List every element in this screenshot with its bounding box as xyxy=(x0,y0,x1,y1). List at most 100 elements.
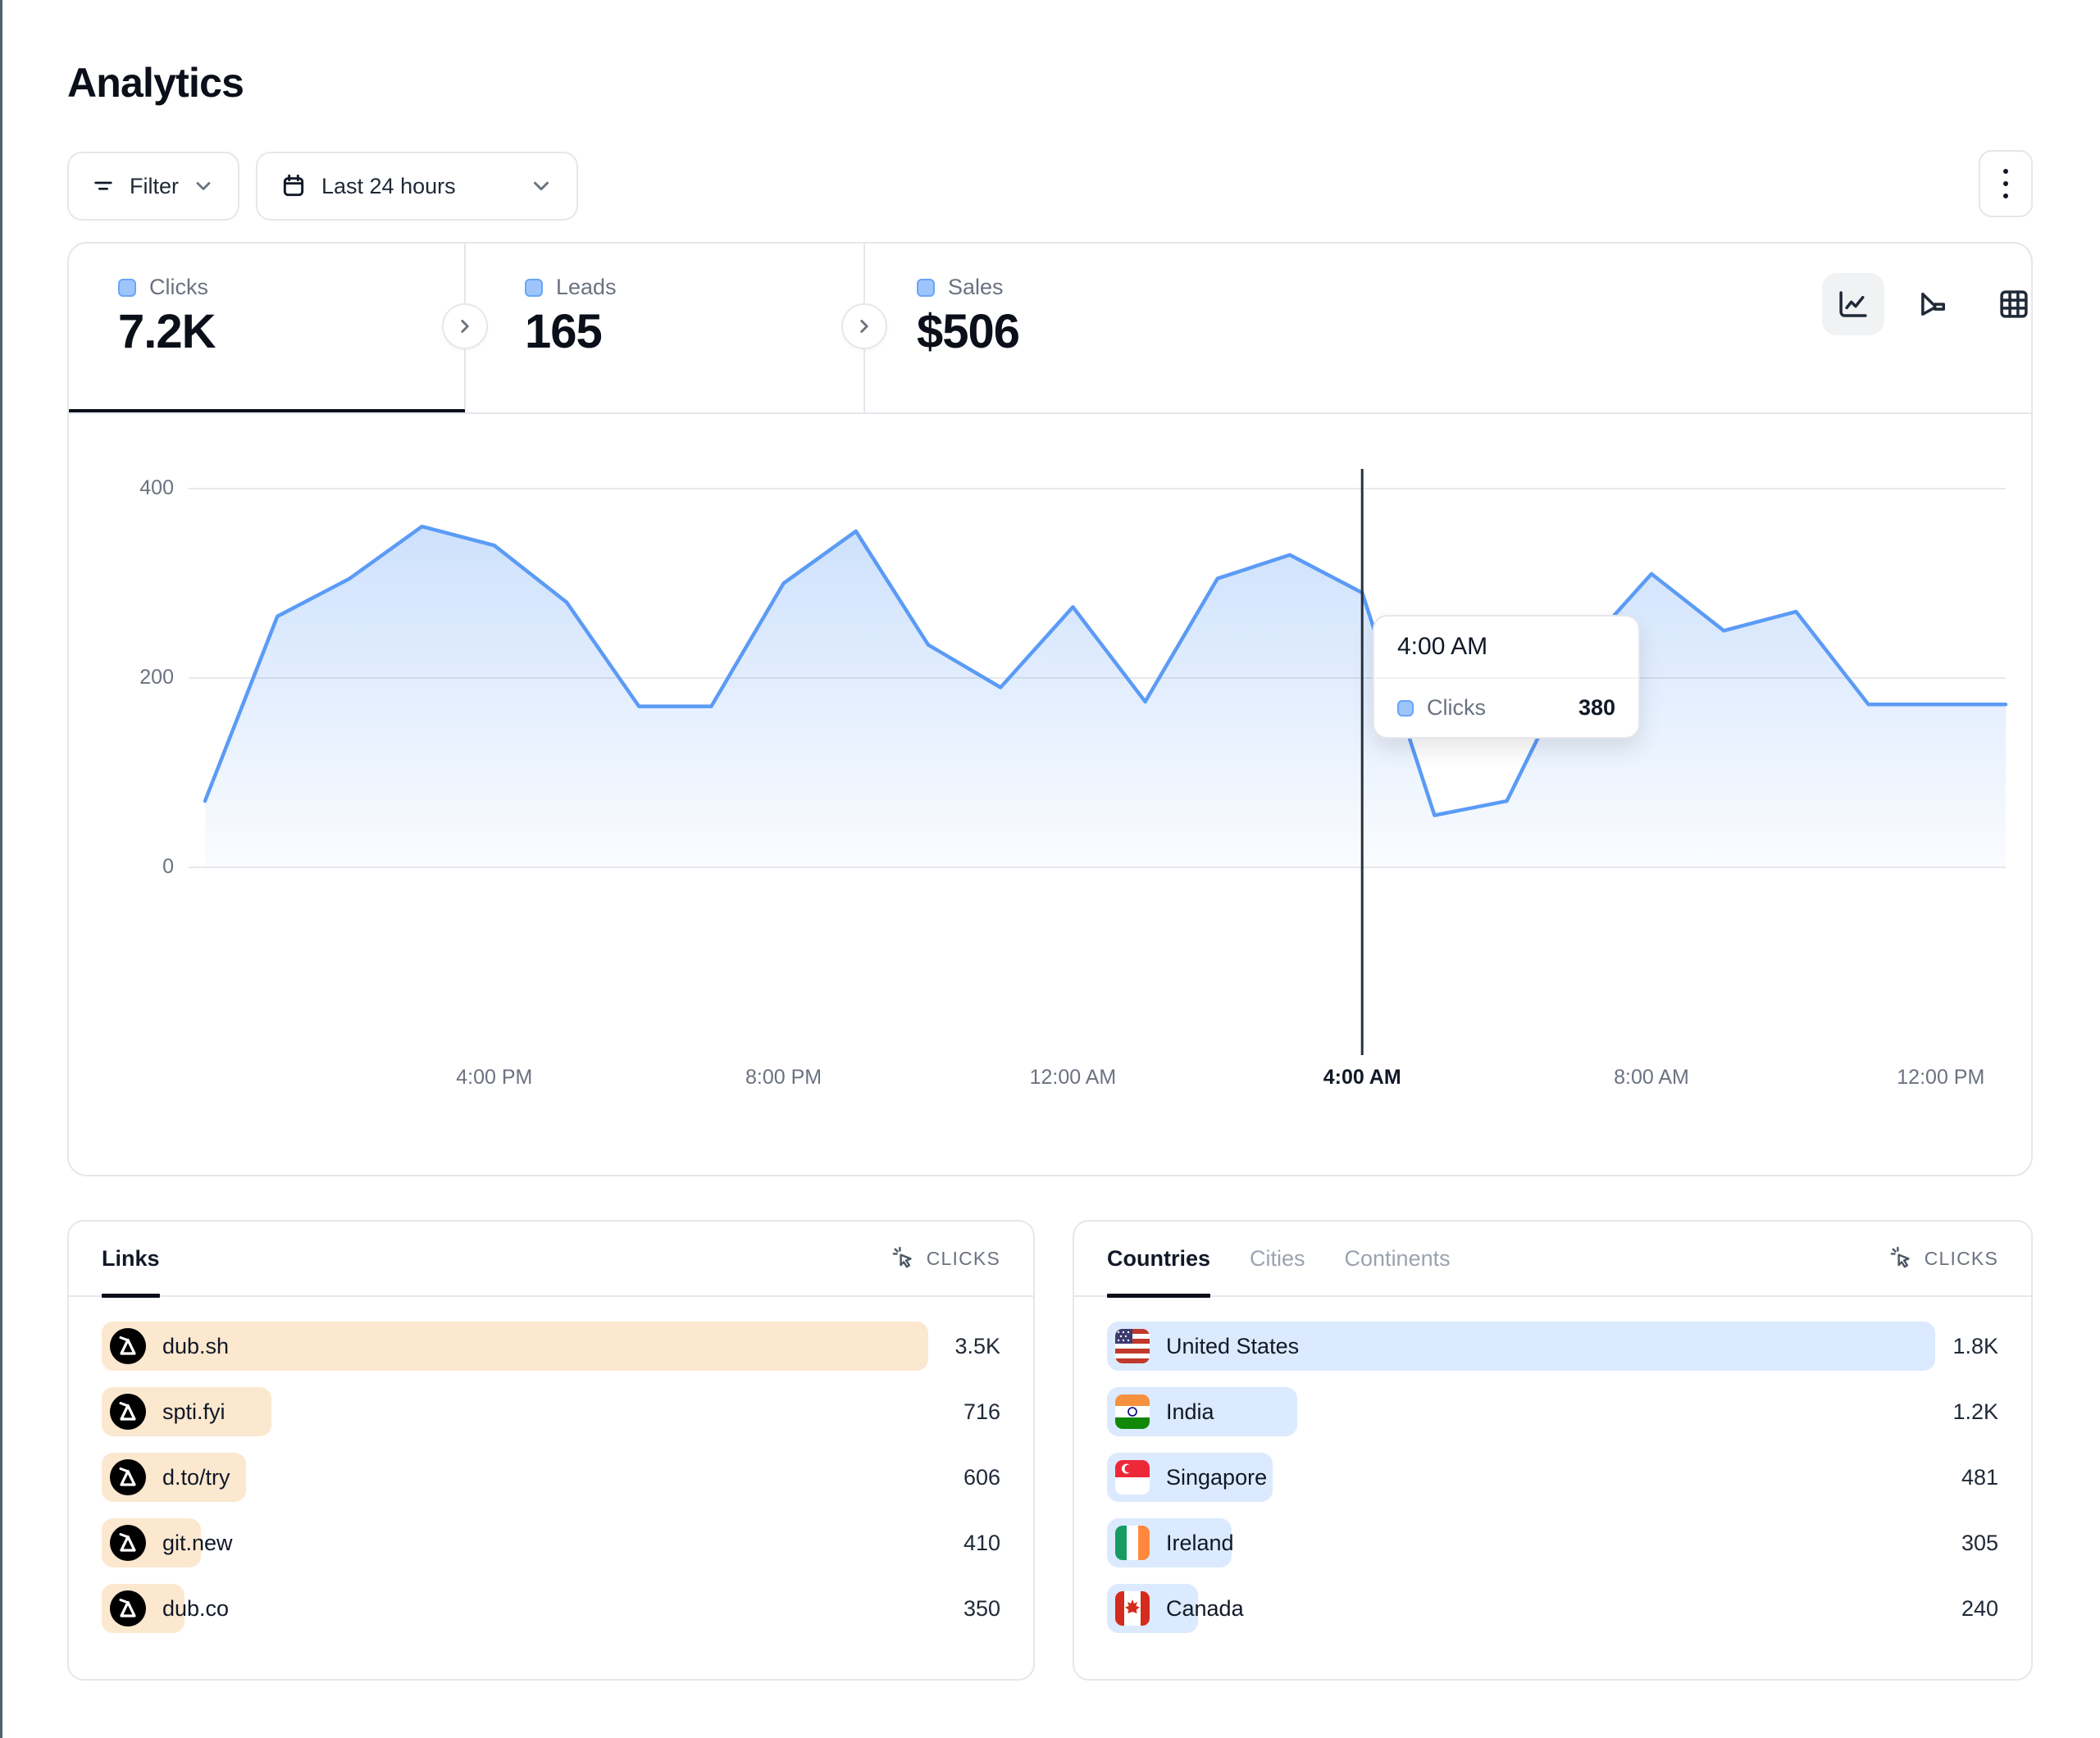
row-label: git.new xyxy=(162,1531,233,1556)
tab-countries[interactable]: Countries xyxy=(1107,1221,1210,1296)
tab-links[interactable]: Links xyxy=(102,1221,160,1296)
x-axis-tick: 4:00 AM xyxy=(1296,1066,1428,1090)
view-funnel-button[interactable] xyxy=(1902,273,1965,335)
row-label: dub.sh xyxy=(162,1334,229,1359)
flag-us-icon xyxy=(1115,1329,1150,1363)
stat-value: 7.2K xyxy=(118,304,216,359)
table-row[interactable]: Ireland 305 xyxy=(1107,1518,1998,1567)
row-value: 410 xyxy=(963,1518,1000,1567)
row-label: Ireland xyxy=(1166,1531,1234,1556)
flag-sg-icon xyxy=(1115,1460,1150,1495)
dub-logo-icon xyxy=(110,1525,146,1561)
chevron-right-icon xyxy=(454,316,476,337)
chevron-right-icon xyxy=(854,316,875,337)
row-value: 240 xyxy=(1961,1584,1998,1633)
row-content: spti.fyi xyxy=(110,1387,225,1436)
tooltip-series-label: Clicks xyxy=(1427,695,1565,721)
more-options-button[interactable] xyxy=(1979,150,2033,217)
line-chart-icon xyxy=(1836,287,1870,321)
table-row[interactable]: Singapore481 xyxy=(1107,1453,1998,1502)
chevron-down-icon xyxy=(529,174,553,198)
table-row[interactable]: d.to/try606 xyxy=(102,1453,1000,1502)
y-axis-tick: 0 xyxy=(103,855,174,879)
row-value: 716 xyxy=(963,1387,1000,1436)
calendar-icon xyxy=(280,173,307,199)
x-axis-tick: 12:00 AM xyxy=(1007,1066,1138,1090)
dub-logo-icon xyxy=(110,1459,146,1495)
row-content: Singapore xyxy=(1115,1453,1267,1502)
tab-label: Continents xyxy=(1345,1246,1451,1272)
click-cursor-icon xyxy=(892,1246,917,1271)
row-value: 1.8K xyxy=(1952,1322,1998,1371)
chevron-down-icon xyxy=(192,175,215,198)
stat-label: Clicks xyxy=(149,275,208,300)
funnel-icon xyxy=(1916,287,1951,321)
row-content: git.new xyxy=(110,1518,233,1567)
links-metric-selector[interactable]: CLICKS xyxy=(892,1246,1000,1271)
y-axis-tick: 400 xyxy=(103,476,174,500)
stat-value: 165 xyxy=(525,304,602,359)
flag-ie-icon xyxy=(1115,1526,1150,1560)
countries-metric-selector[interactable]: CLICKS xyxy=(1890,1246,1998,1271)
chart-view-switcher xyxy=(1822,273,2045,335)
next-stat-button[interactable] xyxy=(841,303,887,349)
row-content: India xyxy=(1115,1387,1214,1436)
links-panel: Links CLICKS dub.sh 3.5K spti.fyi 716 d.to/t… xyxy=(67,1220,1035,1681)
row-value: 3.5K xyxy=(954,1322,1000,1371)
table-grid-icon xyxy=(1997,287,2031,321)
table-row[interactable]: git.new 410 xyxy=(102,1518,1000,1567)
flag-ca-icon xyxy=(1115,1591,1150,1626)
row-label: dub.co xyxy=(162,1596,229,1622)
row-content: Canada xyxy=(1115,1584,1244,1633)
row-label: spti.fyi xyxy=(162,1399,225,1425)
tooltip-legend-square-icon xyxy=(1397,700,1414,717)
card-header-border xyxy=(67,412,2033,414)
tab-leads[interactable]: Leads 165 xyxy=(525,242,836,412)
click-cursor-icon xyxy=(1890,1246,1915,1271)
tab-sales[interactable]: Sales $506 xyxy=(917,242,1228,412)
x-axis-tick: 8:00 AM xyxy=(1586,1066,1717,1090)
dub-logo-icon xyxy=(110,1590,146,1627)
table-row[interactable]: spti.fyi 716 xyxy=(102,1387,1000,1436)
countries-panel-header: Countries Cities Continents CLICKS xyxy=(1074,1222,2031,1297)
chart-tooltip: 4:00 AM Clicks 380 xyxy=(1373,615,1640,739)
table-row[interactable]: United States 1.8K xyxy=(1107,1322,1998,1371)
table-row[interactable]: dub.sh 3.5K xyxy=(102,1322,1000,1371)
filter-button[interactable]: Filter xyxy=(67,152,239,221)
date-range-button[interactable]: Last 24 hours xyxy=(256,152,578,221)
row-label: India xyxy=(1166,1399,1214,1425)
analytics-page: Analytics Filter Last 24 hours Clicks 7.… xyxy=(0,0,2100,1738)
tab-label: Cities xyxy=(1250,1246,1305,1272)
row-label: Singapore xyxy=(1166,1465,1267,1490)
row-value: 305 xyxy=(1961,1518,1998,1567)
x-axis-tick: 4:00 PM xyxy=(429,1066,560,1090)
table-row[interactable]: India 1.2K xyxy=(1107,1387,1998,1436)
dub-logo-icon xyxy=(110,1328,146,1364)
table-row[interactable]: dub.co 350 xyxy=(102,1584,1000,1633)
clicks-legend-square-icon xyxy=(118,279,136,297)
metric-label: CLICKS xyxy=(1925,1248,1998,1270)
date-range-label: Last 24 hours xyxy=(321,174,456,199)
view-table-button[interactable] xyxy=(1983,273,2045,335)
row-value: 350 xyxy=(963,1584,1000,1633)
row-label: d.to/try xyxy=(162,1465,230,1490)
tab-cities[interactable]: Cities xyxy=(1250,1221,1305,1296)
sales-legend-square-icon xyxy=(917,279,935,297)
row-content: dub.sh xyxy=(110,1322,229,1371)
metric-label: CLICKS xyxy=(927,1248,1000,1270)
view-line-chart-button[interactable] xyxy=(1822,273,1884,335)
links-list: dub.sh 3.5K spti.fyi 716 d.to/try606 git.new 4… xyxy=(102,1322,1000,1633)
next-stat-button[interactable] xyxy=(442,303,488,349)
table-row[interactable]: Canada 240 xyxy=(1107,1584,1998,1633)
x-axis-tick: 8:00 PM xyxy=(718,1066,850,1090)
row-content: United States xyxy=(1115,1322,1299,1371)
stat-label: Sales xyxy=(948,275,1004,300)
row-label: Canada xyxy=(1166,1596,1244,1622)
row-content: Ireland xyxy=(1115,1518,1234,1567)
countries-panel: Countries Cities Continents CLICKS Unite… xyxy=(1073,1220,2033,1681)
stat-label: Leads xyxy=(556,275,617,300)
row-value: 1.2K xyxy=(1952,1387,1998,1436)
tab-continents[interactable]: Continents xyxy=(1345,1221,1451,1296)
tab-clicks[interactable]: Clicks 7.2K xyxy=(118,242,446,412)
row-content: dub.co xyxy=(110,1584,229,1633)
